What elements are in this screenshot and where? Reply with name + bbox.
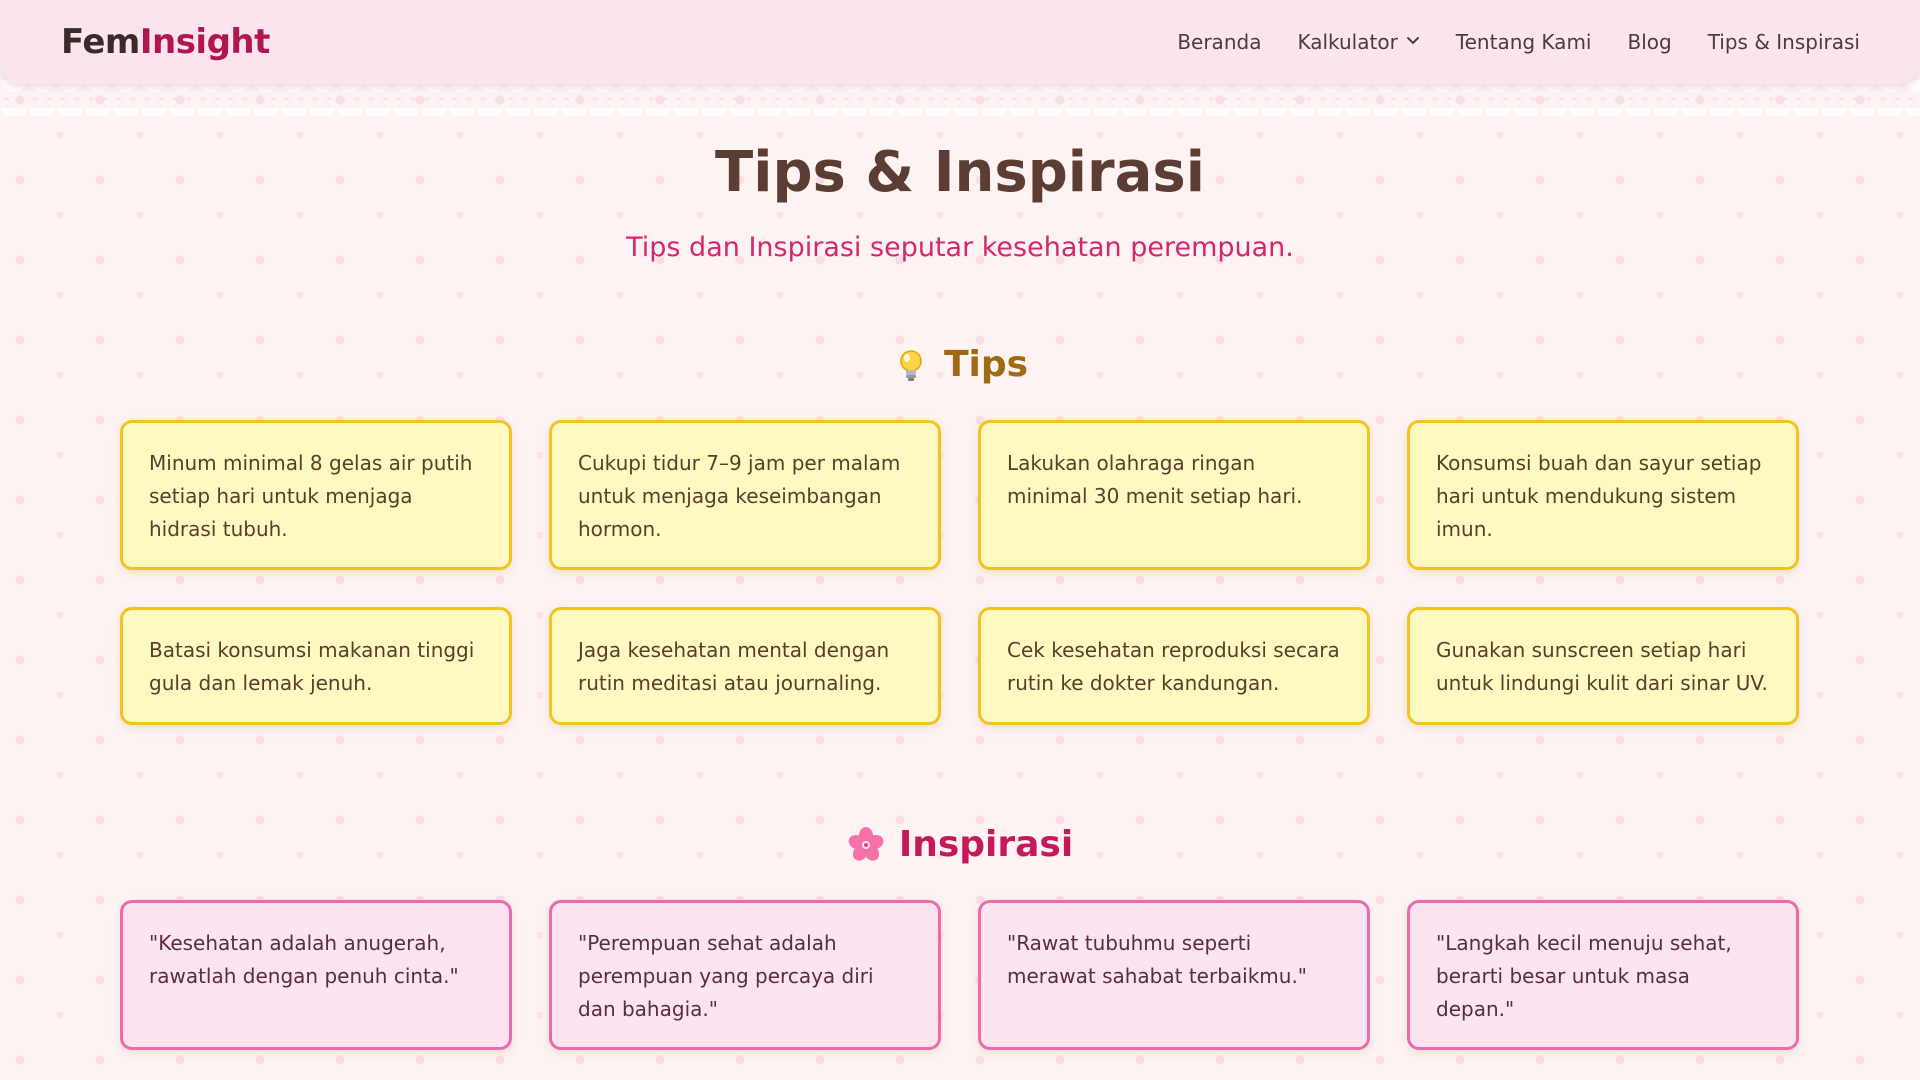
tips-heading: Tips: [0, 344, 1920, 385]
tip-card: Cek kesehatan reproduksi secara rutin ke…: [978, 607, 1370, 725]
nav-label: Beranda: [1177, 30, 1262, 54]
tip-card: Lakukan olahraga ringan minimal 30 menit…: [978, 420, 1370, 570]
tip-card: Gunakan sunscreen setiap hari untuk lind…: [1407, 607, 1799, 725]
nav-item-tips-inspirasi[interactable]: Tips & Inspirasi: [1708, 30, 1860, 54]
page-subtitle: Tips dan Inspirasi seputar kesehatan per…: [626, 232, 1294, 263]
quote-card: "Langkah kecil menuju sehat, berarti bes…: [1407, 900, 1799, 1050]
tip-card: Batasi konsumsi makanan tinggi gula dan …: [120, 607, 512, 725]
tip-card: Jaga kesehatan mental dengan rutin medit…: [549, 607, 941, 725]
tip-card: Minum minimal 8 gelas air putih setiap h…: [120, 420, 512, 570]
nav-label: Blog: [1627, 30, 1672, 54]
tips-heading-label: Tips: [943, 344, 1029, 385]
brand-part-1: Fem: [61, 22, 140, 62]
nav-item-kalkulator[interactable]: Kalkulator: [1297, 30, 1419, 54]
brand-logo[interactable]: FemInsight: [61, 22, 270, 62]
nav-item-tentang-kami[interactable]: Tentang Kami: [1456, 30, 1592, 54]
navbar: FemInsight Beranda Kalkulator Tentang Ka…: [0, 0, 1920, 84]
tips-grid-row-1: Minum minimal 8 gelas air putih setiap h…: [120, 420, 1800, 570]
lightbulb-icon: [900, 349, 922, 381]
inspirasi-heading: Inspirasi: [0, 824, 1920, 865]
nav-item-beranda[interactable]: Beranda: [1177, 30, 1261, 54]
main-nav: Beranda Kalkulator Tentang Kami Blog Tip…: [1177, 30, 1860, 54]
tip-card: Konsumsi buah dan sayur setiap hari untu…: [1407, 420, 1799, 570]
quote-card: "Perempuan sehat adalah perempuan yang p…: [549, 900, 941, 1050]
lace-border: [0, 80, 1920, 116]
inspirasi-grid: "Kesehatan adalah anugerah, rawatlah den…: [120, 900, 1800, 1050]
inspirasi-heading-label: Inspirasi: [898, 824, 1074, 865]
nav-label: Kalkulator: [1297, 30, 1398, 54]
tips-grid-row-2: Batasi konsumsi makanan tinggi gula dan …: [120, 607, 1800, 725]
chevron-down-icon: [1406, 37, 1419, 45]
brand-part-2: Insight: [139, 22, 271, 62]
nav-label: Tips & Inspirasi: [1707, 30, 1860, 54]
tip-card: Cukupi tidur 7–9 jam per malam untuk men…: [549, 420, 941, 570]
quote-card: "Kesehatan adalah anugerah, rawatlah den…: [120, 900, 512, 1050]
nav-label: Tentang Kami: [1455, 30, 1592, 54]
page-title: Tips & Inspirasi: [715, 140, 1205, 205]
quote-card: "Rawat tubuhmu seperti merawat sahabat t…: [978, 900, 1370, 1050]
nav-item-blog[interactable]: Blog: [1627, 30, 1671, 54]
cherry-blossom-icon: [848, 826, 884, 861]
